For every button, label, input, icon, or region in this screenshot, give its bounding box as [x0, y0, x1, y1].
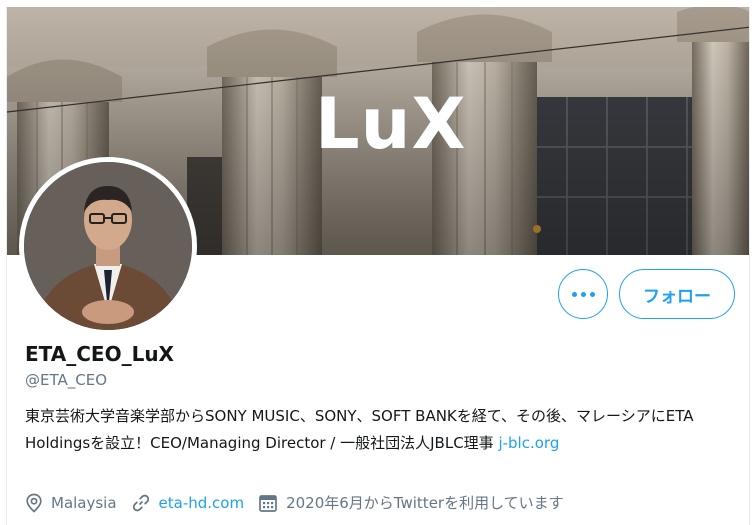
avatar-image [24, 162, 192, 330]
bio-link[interactable]: j-blc.org [498, 434, 559, 452]
handle: @ETA_CEO [25, 371, 107, 389]
joined-text: 2020年6月からTwitterを利用しています [286, 494, 564, 512]
more-button[interactable] [558, 269, 608, 319]
display-name: ETA_CEO_LuX [25, 342, 174, 366]
follow-button[interactable]: フォロー [619, 269, 735, 319]
location-item: Malaysia [25, 493, 117, 513]
joined-item: 2020年6月からTwitterを利用しています [258, 492, 564, 513]
avatar[interactable] [19, 157, 197, 335]
location-icon [26, 493, 42, 513]
calendar-icon [259, 494, 277, 512]
website-link[interactable]: eta-hd.com [159, 494, 245, 512]
bio: 東京芸術大学音楽学部からSONY MUSIC、SONY、SOFT BANKを経て… [25, 403, 731, 457]
link-icon [132, 494, 149, 511]
profile-meta: Malaysia eta-hd.com 2020年6月からTwitterを利用し… [25, 492, 578, 513]
more-icon-dot [589, 291, 595, 297]
website-item: eta-hd.com [131, 493, 245, 513]
bio-text: 東京芸術大学音楽学部からSONY MUSIC、SONY、SOFT BANKを経て… [25, 407, 694, 452]
banner-logo-text: LuX [315, 83, 467, 165]
location-text: Malaysia [51, 493, 117, 512]
more-icon [571, 291, 577, 297]
profile-card: LuX フォロー ETA_CEO_LuX @ETA_CEO 東京芸術大学音楽学部… [6, 7, 750, 525]
more-icon-dot [580, 291, 586, 297]
